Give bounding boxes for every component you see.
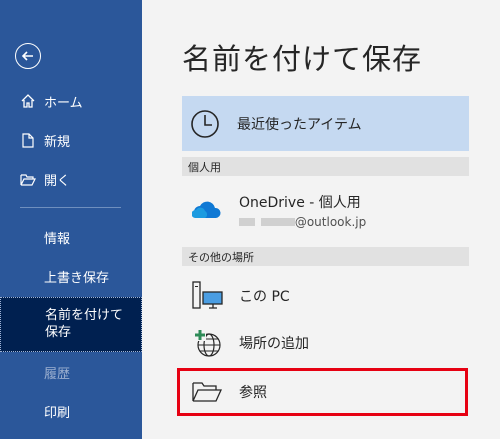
onedrive-location[interactable]: OneDrive - 個人用 @outlook.jp	[182, 186, 469, 234]
sidebar-item-label: 情報	[44, 231, 71, 247]
computer-icon	[187, 276, 227, 316]
sidebar-item-label: 印刷	[44, 405, 71, 421]
this-pc-location[interactable]: この PC	[182, 273, 469, 318]
personal-section-header: 個人用	[182, 157, 469, 176]
browse-highlight-box	[177, 368, 468, 416]
sidebar-item-label: ホーム	[44, 95, 83, 111]
back-arrow-icon	[21, 51, 33, 61]
new-document-icon	[20, 132, 36, 148]
sidebar-item-open[interactable]: 開く	[0, 161, 142, 197]
sidebar-item-label: 履歴	[44, 366, 71, 382]
this-pc-label: この PC	[239, 288, 290, 305]
open-folder-icon	[20, 171, 36, 187]
add-place-location[interactable]: 場所の追加	[182, 320, 469, 365]
redacted-text	[260, 218, 295, 226]
onedrive-cloud-icon	[187, 190, 227, 230]
backstage-sidebar: ホーム 新規 開く 情報 上書き保存 名前を付けて保存 履歴 印刷	[0, 0, 142, 439]
save-as-pane: 名前を付けて保存 最近使ったアイテム 個人用 OneDrive - 個人用 @o…	[142, 0, 500, 439]
add-place-label: 場所の追加	[239, 335, 309, 352]
recent-items-label: 最近使ったアイテム	[237, 116, 362, 133]
onedrive-account: @outlook.jp	[239, 215, 366, 229]
sidebar-item-label: 開く	[44, 173, 71, 189]
sidebar-divider	[20, 207, 121, 208]
home-icon	[20, 93, 36, 109]
onedrive-label: OneDrive - 個人用	[239, 194, 361, 211]
page-title: 名前を付けて保存	[182, 42, 423, 76]
other-places-section-header: その他の場所	[182, 247, 469, 266]
globe-add-icon	[187, 323, 227, 363]
sidebar-item-save-as[interactable]: 名前を付けて保存	[0, 297, 142, 352]
sidebar-item-label: 新規	[44, 134, 71, 150]
back-button[interactable]	[15, 43, 41, 69]
sidebar-item-home[interactable]: ホーム	[0, 83, 142, 119]
account-domain: @outlook.jp	[294, 214, 367, 229]
sidebar-item-label: 名前を付けて保存	[45, 308, 124, 340]
sidebar-item-label: 上書き保存	[44, 270, 110, 286]
clock-icon	[189, 108, 221, 140]
sidebar-item-new[interactable]: 新規	[0, 122, 142, 158]
redacted-text	[239, 218, 255, 226]
recent-items-location[interactable]: 最近使ったアイテム	[182, 96, 469, 151]
